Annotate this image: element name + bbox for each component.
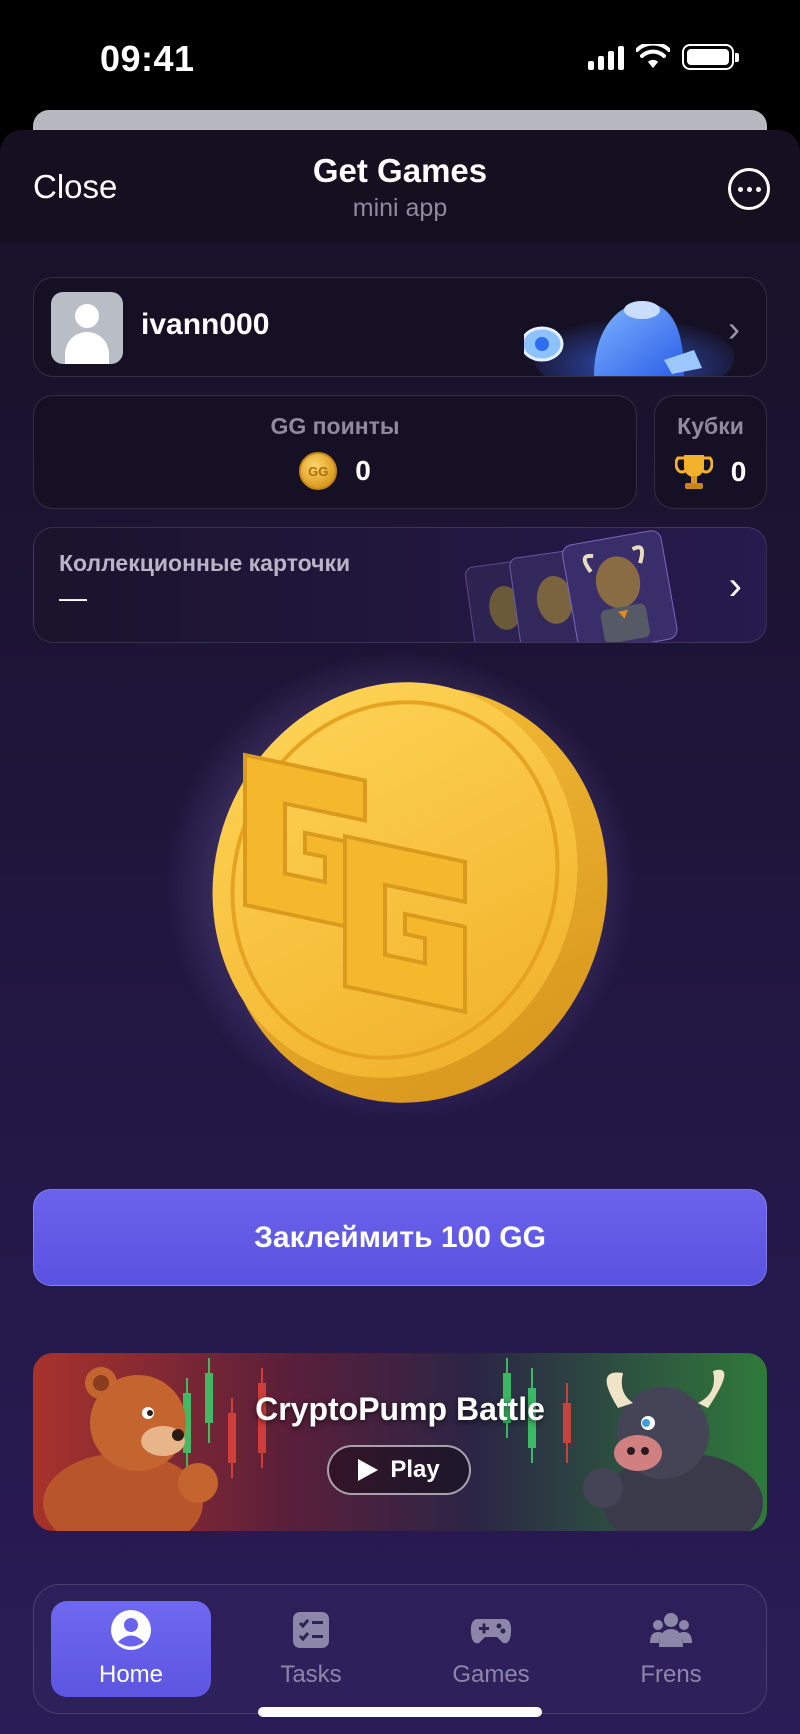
more-options-button[interactable] [728,168,770,210]
gamepad-icon [470,1619,512,1644]
tab-frens[interactable]: Frens [591,1601,751,1697]
collectible-cards-title: Коллекционные карточки [59,550,351,576]
username: ivann000 [141,308,270,341]
collectible-cards-value: — [59,582,87,613]
cups-value: 0 [730,456,747,487]
gg-coin-icon: GG [299,452,338,490]
profile-card[interactable]: ivann000 › [33,277,767,377]
tab-label: Frens [640,1661,702,1688]
tab-home[interactable]: Home [51,1601,211,1697]
wifi-icon [636,44,670,68]
app-subtitle: mini app [352,194,448,222]
battery-icon [682,44,739,70]
wallet-illustration [524,301,734,376]
chevron-right-icon: › [728,308,740,349]
cups-card: Кубки 0 [654,395,767,509]
play-label: Play [390,1456,440,1483]
claim-button[interactable]: Заклеймить 100 GG [33,1189,767,1286]
tab-label: Home [98,1661,164,1688]
tab-tasks[interactable]: Tasks [231,1601,391,1697]
chevron-right-icon: › [728,564,742,608]
banner-title: CryptoPump Battle [255,1391,545,1427]
tab-label: Tasks [280,1661,342,1688]
collectible-cards-card[interactable]: Коллекционные карточки — › [33,527,767,643]
status-bar: 09:41 [0,0,800,110]
tab-label: Games [452,1661,530,1688]
header: Close Get Games mini app [0,130,800,242]
tab-games[interactable]: Games [411,1601,571,1697]
app-title: Get Games [312,152,488,189]
friends-icon [650,1613,692,1647]
gg-points-value: 0 [355,455,371,486]
gg-points-card: GG поинты GG 0 [33,395,637,509]
cryptopump-battle-banner[interactable]: CryptoPump Battle Play [33,1353,767,1531]
play-icon [358,1459,379,1481]
cups-label: Кубки [677,413,744,439]
battle-banner-background [33,1353,767,1531]
person-icon [111,1610,151,1650]
bottom-tab-bar: Home Tasks Games Frens [33,1584,767,1714]
status-icons [588,44,739,70]
cellular-signal-icon [588,44,624,70]
gg-coin-illustration [165,650,635,1120]
avatar [51,292,123,364]
checklist-icon [293,1612,329,1648]
mini-app-sheet: Close Get Games mini app ivann000 › GG п… [0,130,800,1734]
status-time: 09:41 [100,38,195,79]
play-button[interactable]: Play [327,1445,471,1495]
collectible-cards-illustration [465,530,678,642]
home-indicator [258,1707,542,1717]
trophy-icon [674,455,713,489]
gg-points-label: GG поинты [270,413,400,439]
